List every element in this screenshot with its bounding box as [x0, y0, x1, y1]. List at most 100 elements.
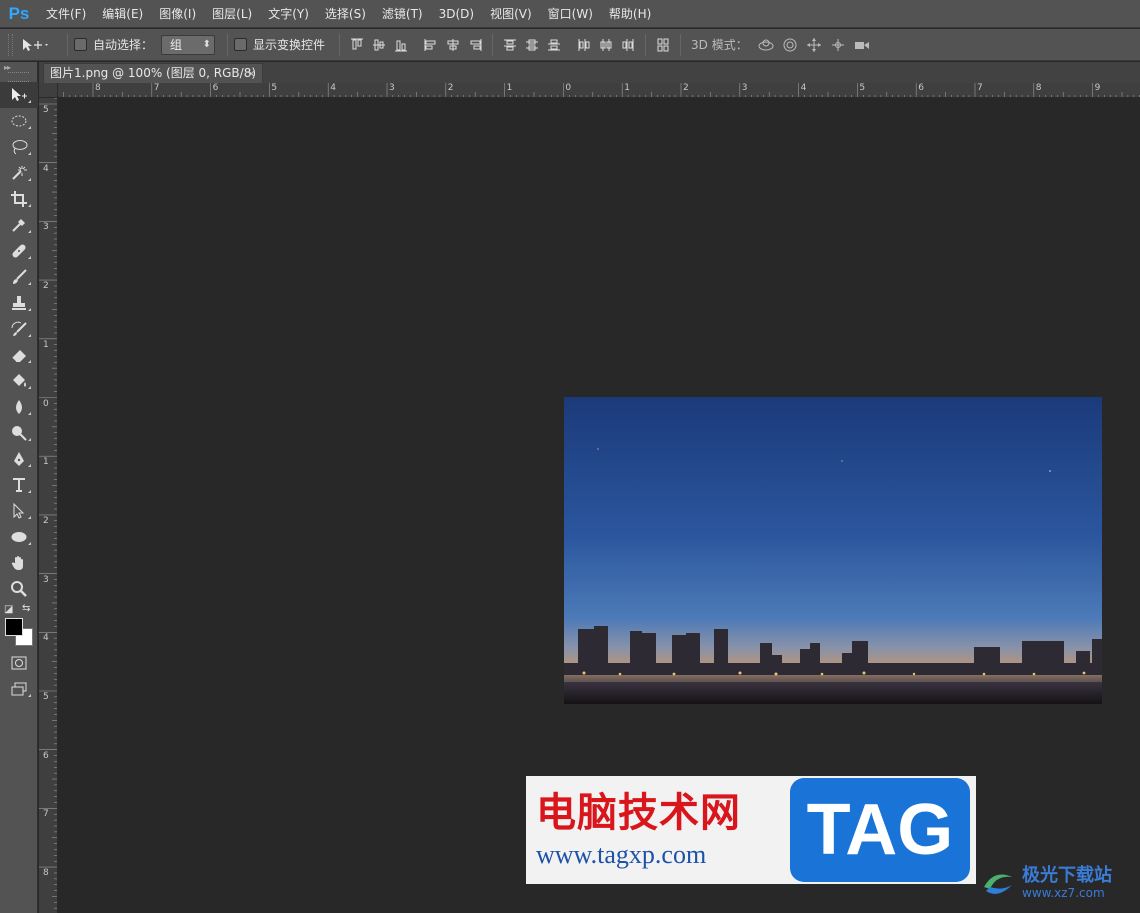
ruler-v-label: 3 — [43, 222, 49, 233]
menu-edit[interactable]: 编辑(E) — [94, 0, 151, 28]
history-brush-tool-icon[interactable] — [0, 316, 38, 342]
swap-colors-icon[interactable]: ⇆ — [22, 603, 30, 614]
slide-3d-icon[interactable] — [826, 34, 850, 56]
close-icon[interactable]: × — [247, 64, 256, 83]
eraser-tool-icon[interactable] — [0, 342, 38, 368]
show-transform-checkbox[interactable] — [234, 38, 248, 51]
auto-select-checkbox[interactable] — [74, 38, 87, 51]
ruler-h-label: 4 — [330, 83, 336, 93]
paint-bucket-tool-icon[interactable] — [0, 368, 38, 394]
ruler-h-label: 3 — [389, 83, 395, 93]
site-logo: 极光下载站 www.xz7.com — [978, 858, 1138, 908]
auto-select-dropdown[interactable]: 组 — [161, 34, 216, 55]
ruler-v-label: 2 — [43, 515, 49, 526]
distribute-right-icon[interactable] — [617, 34, 639, 56]
distribute-hcenter-icon[interactable] — [595, 34, 617, 56]
type-tool-icon[interactable] — [0, 472, 38, 498]
ruler-v-label: 1 — [43, 339, 49, 350]
scale-3d-camera-icon[interactable] — [850, 34, 874, 56]
ruler-v-label: 5 — [43, 105, 49, 115]
eyedropper-tool-icon[interactable] — [0, 212, 38, 238]
crop-tool-icon[interactable] — [0, 186, 38, 212]
separator — [645, 33, 647, 56]
ruler-h-label: 2 — [683, 83, 689, 93]
menu-layer[interactable]: 图层(L) — [204, 0, 260, 28]
zoom-tool-icon[interactable] — [0, 576, 38, 602]
distribute-vcenter-icon[interactable] — [521, 34, 543, 56]
document-image[interactable] — [564, 397, 1102, 704]
ruler-v-label: 2 — [43, 281, 49, 292]
marquee-tool-icon[interactable] — [0, 108, 38, 134]
separator — [227, 33, 229, 56]
collapse-panel-icon[interactable]: ▸▸ — [0, 62, 37, 72]
menu-image[interactable]: 图像(I) — [151, 0, 204, 28]
screen-mode-icon[interactable] — [0, 676, 38, 702]
pan-3d-icon[interactable] — [802, 34, 826, 56]
aurora-logo-icon — [984, 874, 1012, 894]
align-left-icon[interactable] — [420, 34, 442, 56]
align-hcenter-icon[interactable] — [442, 34, 464, 56]
color-swatches: ◪ ⇆ — [0, 602, 38, 650]
horizontal-ruler[interactable]: 8 7 6 5 4 3 2 1 0 1 2 3 4 5 6 7 8 9 — [58, 83, 1140, 98]
ruler-v-label: 8 — [43, 868, 49, 879]
menu-file[interactable]: 文件(F) — [38, 0, 94, 28]
move-tool-icon[interactable] — [0, 82, 38, 108]
menu-filter[interactable]: 滤镜(T) — [374, 0, 431, 28]
menu-select[interactable]: 选择(S) — [317, 0, 374, 28]
rotate-3d-icon[interactable] — [754, 34, 778, 56]
toolbar-grip[interactable] — [8, 72, 29, 82]
mode-3d-label: 3D 模式： — [691, 38, 748, 52]
document-tab[interactable]: 图片1.png @ 100% (图层 0, RGB/8) × — [43, 63, 263, 83]
menu-3d[interactable]: 3D(D) — [431, 0, 482, 28]
menu-help[interactable]: 帮助(H) — [601, 0, 659, 28]
watermark-banner: 电脑技术网 www.tagxp.com TAG — [526, 776, 976, 884]
menu-bar: Ps 文件(F) 编辑(E) 图像(I) 图层(L) 文字(Y) 选择(S) 滤… — [0, 0, 1140, 28]
menu-view[interactable]: 视图(V) — [482, 0, 540, 28]
foreground-color-swatch[interactable] — [5, 618, 23, 636]
default-colors-icon[interactable]: ◪ — [4, 604, 13, 615]
magic-wand-tool-icon[interactable] — [0, 160, 38, 186]
lasso-tool-icon[interactable] — [0, 134, 38, 160]
path-selection-tool-icon[interactable] — [0, 498, 38, 524]
move-tool-preset-icon[interactable] — [21, 34, 61, 56]
separator — [680, 33, 682, 56]
roll-3d-icon[interactable] — [778, 34, 802, 56]
photoshop-logo[interactable]: Ps — [0, 0, 38, 28]
distribute-left-icon[interactable] — [573, 34, 595, 56]
watermark-text-block: 电脑技术网 www.tagxp.com — [526, 776, 788, 884]
menu-window[interactable]: 窗口(W) — [540, 0, 601, 28]
align-vcenter-icon[interactable] — [368, 34, 390, 56]
healing-brush-tool-icon[interactable] — [0, 238, 38, 264]
blur-tool-icon[interactable] — [0, 394, 38, 420]
ruler-h-label: 3 — [741, 83, 748, 93]
options-grip[interactable] — [8, 33, 13, 56]
ruler-h-label: 7 — [153, 83, 160, 93]
quick-mask-icon[interactable] — [0, 650, 38, 676]
distribute-top-icon[interactable] — [499, 34, 521, 56]
brush-tool-icon[interactable] — [0, 264, 38, 290]
menu-type[interactable]: 文字(Y) — [260, 0, 317, 28]
document-tab-title: 图片1.png @ 100% (图层 0, RGB/8) — [50, 66, 257, 80]
distribute-bottom-icon[interactable] — [543, 34, 565, 56]
ellipse-tool-icon[interactable] — [0, 524, 38, 550]
watermark-url: www.tagxp.com — [536, 840, 707, 869]
dodge-tool-icon[interactable] — [0, 420, 38, 446]
pen-tool-icon[interactable] — [0, 446, 38, 472]
align-top-icon[interactable] — [346, 34, 368, 56]
vertical-ruler[interactable]: 5 4 3 2 1 0 1 2 3 4 5 6 7 8 — [39, 98, 58, 913]
ruler-h-label: 8 — [95, 83, 101, 93]
ruler-v-label: 7 — [43, 809, 49, 820]
ruler-h-label: 5 — [859, 83, 866, 93]
ruler-origin[interactable] — [39, 83, 58, 98]
ruler-h-label: 7 — [977, 83, 983, 93]
hand-tool-icon[interactable] — [0, 550, 38, 576]
align-bottom-icon[interactable] — [390, 34, 412, 56]
clone-stamp-tool-icon[interactable] — [0, 290, 38, 316]
show-transform-label: 显示变换控件 — [253, 38, 326, 52]
site-logo-text: 极光下载站 www.xz7.com — [1022, 866, 1112, 901]
ruler-h-label: 8 — [1035, 83, 1042, 93]
ruler-h-label: 1 — [506, 83, 513, 93]
ruler-h-label: 9 — [1094, 83, 1101, 93]
auto-align-layers-icon[interactable] — [652, 34, 674, 56]
align-right-icon[interactable] — [464, 34, 486, 56]
